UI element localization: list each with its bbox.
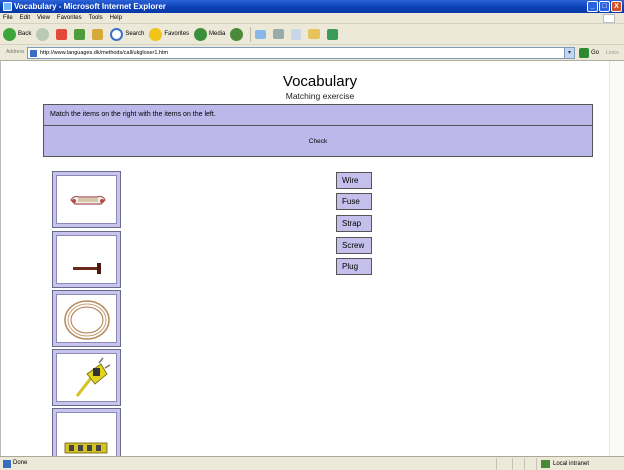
home-button[interactable] [92,28,105,40]
links-button[interactable]: Links [606,47,619,59]
back-button[interactable]: Back [3,27,32,41]
refresh-button[interactable] [74,28,87,40]
picture-tile-fuse[interactable] [52,171,121,228]
minimize-button[interactable]: _ [587,1,598,12]
status-divider [512,458,513,470]
home-icon [92,28,104,40]
go-arrow-icon [579,48,589,58]
window-title-bar: Vocabulary - Microsoft Internet Explorer… [0,0,624,13]
folder-icon [308,29,321,39]
screw-picture [73,263,101,274]
search-label: Search [125,31,145,37]
mail-icon [255,29,267,39]
history-button[interactable] [230,27,245,41]
word-button-screw[interactable]: Screw [336,237,372,254]
favorites-label: Favorites [164,31,190,37]
address-dropdown-icon[interactable]: ▾ [564,48,574,58]
menu-file[interactable]: File [3,13,13,23]
page-subtitle: Matching exercise [285,91,355,101]
history-icon [230,27,244,41]
back-arrow-icon [3,27,16,41]
edit-button[interactable] [291,28,303,40]
stop-button[interactable] [56,28,69,40]
search-button[interactable]: Search [110,27,145,41]
go-label: Go [591,50,600,56]
menu-edit[interactable]: Edit [20,13,30,23]
picture-tile-screw[interactable] [52,231,121,288]
windows-logo-icon [603,14,615,23]
maximize-button[interactable]: □ [599,1,610,12]
strap-picture [64,442,108,454]
fuse-picture [70,195,106,205]
page-icon [30,50,37,57]
zone-label: Local intranet [553,461,590,467]
close-button[interactable]: X [611,1,622,12]
favorites-button[interactable]: Favorites [149,27,190,41]
back-label: Back [18,31,32,37]
status-divider [496,458,497,470]
plug-picture [75,357,111,397]
address-url[interactable]: http://www.languages.dk/methods/call/ukg… [40,48,168,58]
address-bar: Address http://www.languages.dk/methods/… [0,45,624,61]
refresh-icon [74,28,86,40]
media-label: Media [209,31,226,37]
menu-favorites[interactable]: Favorites [57,13,82,23]
menu-view[interactable]: View [37,13,50,23]
media-icon [194,27,208,41]
status-text: Done [13,460,28,466]
messenger-icon [327,28,339,40]
page-done-icon [3,460,11,468]
toolbar-separator [250,26,252,42]
forward-button[interactable] [36,27,51,41]
vertical-scrollbar[interactable] [609,61,624,456]
address-field[interactable]: http://www.languages.dk/methods/call/ukg… [27,47,575,59]
page-content: Vocabulary Matching exercise Match the i… [0,61,624,465]
menu-tools[interactable]: Tools [89,13,103,23]
printer-icon [273,29,285,39]
stop-icon [56,28,68,40]
menu-bar: File Edit View Favorites Tools Help [0,13,624,24]
word-button-strap[interactable]: Strap [336,215,372,232]
picture-tile-plug[interactable] [52,349,121,406]
word-button-wire[interactable]: Wire [336,172,372,189]
messenger-button[interactable] [327,28,340,40]
status-bar: Done Local intranet [0,456,624,470]
media-button[interactable]: Media [194,27,226,41]
toolbar: Back Search Favorites Media [0,24,624,45]
print-button[interactable] [273,29,286,39]
page-title: Vocabulary [282,73,358,90]
edit-page-icon [291,28,302,40]
forward-arrow-icon [36,27,50,41]
check-panel: Check [43,126,593,157]
folder-button[interactable] [308,29,322,39]
instruction-panel: Match the items on the right with the it… [43,104,593,126]
star-icon [149,27,163,41]
wire-picture [64,300,110,340]
word-button-fuse[interactable]: Fuse [336,193,372,210]
word-button-plug[interactable]: Plug [336,258,372,275]
ie-icon [3,2,12,11]
status-divider [524,458,525,470]
go-button[interactable]: Go [579,47,599,59]
search-icon [110,27,124,41]
mail-button[interactable] [255,29,268,39]
security-zone: Local intranet [536,458,624,470]
intranet-icon [541,460,550,468]
picture-tile-wire[interactable] [52,290,121,347]
check-button[interactable]: Check [44,126,592,156]
address-label: Address [6,49,25,55]
menu-help[interactable]: Help [110,13,122,23]
window-title: Vocabulary - Microsoft Internet Explorer [14,2,166,11]
